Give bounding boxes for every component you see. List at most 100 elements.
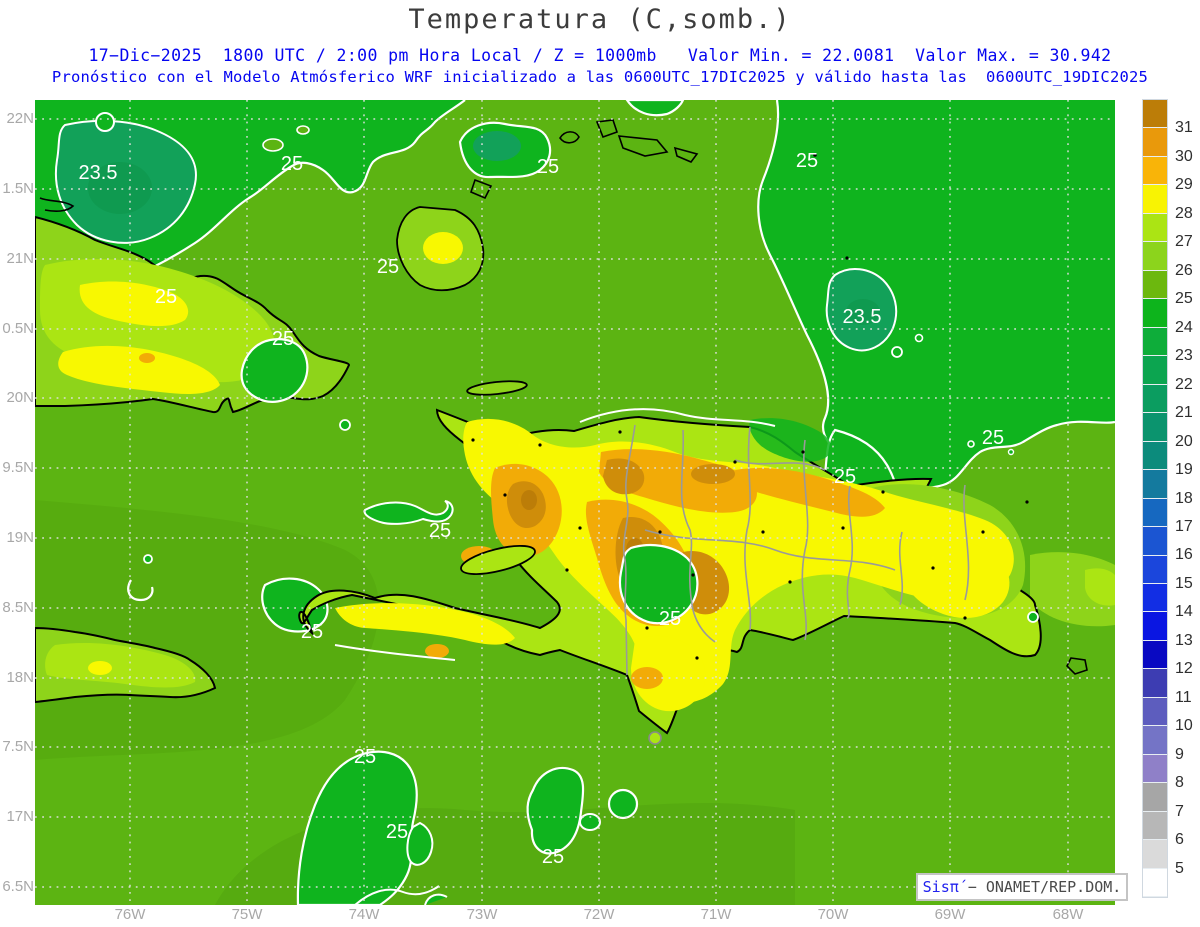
colorbar-cell (1143, 555, 1167, 584)
lon-tick-label: 71W (700, 906, 732, 923)
colorbar-value: 10 (1175, 717, 1193, 735)
temperature-colorbar (1142, 99, 1168, 898)
lon-tick-label: 70W (817, 906, 849, 923)
colorbar-cell (1143, 128, 1167, 157)
colorbar-value: 22 (1175, 375, 1193, 393)
colorbar-value: 12 (1175, 660, 1193, 678)
lat-tick-label: 0.5N (2, 320, 34, 337)
band-hole-2 (296, 125, 310, 135)
model-info-line: Pronóstico con el Modelo Atmósferico WRF… (51, 68, 1149, 86)
isoline-label: 25 (272, 328, 294, 350)
ne-hole-1 (891, 346, 903, 358)
ne-dot-1 (967, 440, 975, 448)
isoline-label: 23.5 (79, 162, 118, 184)
colorbar-cell (1143, 669, 1167, 698)
blob-sc-5 (406, 821, 434, 866)
lat-tick-label: 22N (6, 110, 34, 127)
colorbar-value: 17 (1175, 517, 1193, 535)
lon-tick-label: 68W (1052, 906, 1084, 923)
credit-separator: − (958, 878, 986, 896)
inagua-yellow (423, 232, 463, 264)
colorbar-value: 9 (1175, 745, 1184, 763)
colorbar-value: 23 (1175, 347, 1193, 365)
colorbar-value: 18 (1175, 489, 1193, 507)
colorbar-cell (1143, 840, 1167, 869)
colorbar-value: 29 (1175, 176, 1193, 194)
jamaica-yellow (88, 661, 112, 675)
brown-dark-1 (521, 490, 537, 510)
lat-tick-label: 18N (6, 669, 34, 686)
colorbar-cell (1143, 356, 1167, 385)
colorbar-value: 20 (1175, 432, 1193, 450)
lon-tick-label: 69W (934, 906, 966, 923)
colorbar-value: 6 (1175, 831, 1184, 849)
lat-tick-label: 20N (6, 389, 34, 406)
colorbar-cell (1143, 697, 1167, 727)
colorbar-cell (1143, 868, 1167, 898)
isoline-label: 25 (386, 821, 408, 843)
isoline-label: 25 (301, 621, 323, 643)
colorbar-value: 26 (1175, 261, 1193, 279)
isoline-label: 25 (659, 608, 681, 630)
colorbar-cell (1143, 299, 1167, 328)
brown-north-2 (691, 464, 735, 484)
colorbar-cell (1143, 612, 1167, 641)
lat-tick-label: 21N (6, 250, 34, 267)
lon-tick-label: 76W (114, 906, 146, 923)
colorbar-cell (1143, 811, 1167, 841)
cuba-tip-dot (339, 419, 351, 431)
ne-hole-2 (914, 333, 924, 343)
colorbar-value: 24 (1175, 318, 1193, 336)
colorbar-value: 7 (1175, 802, 1184, 820)
colorbar-cell (1143, 754, 1167, 784)
colorbar-cell (1143, 100, 1167, 129)
band-hole-1 (262, 138, 284, 152)
lon-tick-label: 75W (231, 906, 263, 923)
credit-org: ONAMET/REP.DOM. (985, 878, 1122, 896)
forecast-time-line: 17−Dic−2025 1800 UTC / 2:00 pm Hora Loca… (88, 46, 1112, 65)
weather-map-page: Temperatura (C,somb.) 17−Dic−2025 1800 U… (0, 0, 1200, 927)
lat-tick-label: 6.5N (2, 878, 34, 895)
isoline-label: 25 (281, 153, 303, 175)
orange-small-3 (425, 644, 449, 658)
colorbar-value: 21 (1175, 404, 1193, 422)
isoline-label: 25 (982, 427, 1004, 449)
map-area: 23.5 25 25 25 25 25 23.5 25 25 25 25 25 25 25 25 25 (35, 100, 1115, 905)
lon-tick-label: 72W (583, 906, 615, 923)
colorbar-cell (1143, 213, 1167, 243)
colorbar-value: 25 (1175, 290, 1193, 308)
colorbar-cell (1143, 413, 1167, 442)
isoline-label: 25 (796, 150, 818, 172)
colorbar-value: 8 (1175, 774, 1184, 792)
lat-tick-label: 8.5N (2, 599, 34, 616)
lat-tick-label: 1.5N (2, 180, 34, 197)
sis-logo: Sisπ́ (922, 878, 959, 896)
colorbar-cell (1143, 583, 1167, 613)
green-ringlet-nw (95, 112, 115, 132)
colorbar-cell (1143, 726, 1167, 755)
colorbar-cell (1143, 470, 1167, 499)
isoline-label: 25 (834, 466, 856, 488)
ne-dot-2 (1007, 448, 1015, 456)
colorbar-value: 15 (1175, 574, 1193, 592)
colorbar-cell (1143, 384, 1167, 414)
colorbar-cell (1143, 441, 1167, 471)
colorbar-value: 19 (1175, 461, 1193, 479)
colorbar-value: 11 (1175, 688, 1192, 706)
colorbar-value: 28 (1175, 204, 1193, 222)
isoline-label: 23.5 (843, 306, 882, 328)
colorbar-cell (1143, 242, 1167, 271)
east-dr-ringlet (1027, 611, 1039, 623)
colorbar-cell (1143, 783, 1167, 812)
weather-map: 23.5 25 25 25 25 25 23.5 25 25 25 25 25 25 25 25 25 (35, 100, 1115, 905)
lat-tick-label: 9.5N (2, 459, 34, 476)
colorbar-value: 5 (1175, 859, 1184, 877)
isoline-label: 25 (354, 746, 376, 768)
credit-box: Sisπ́ − ONAMET/REP.DOM. (916, 873, 1128, 901)
colorbar-value: 31 (1175, 119, 1193, 137)
page-title: Temperatura (C,somb.) (408, 4, 792, 35)
isoline-label: 25 (155, 286, 177, 308)
lat-tick-label: 17N (6, 808, 34, 825)
teal-core-top-center (473, 131, 521, 161)
colorbar-value: 27 (1175, 233, 1193, 251)
